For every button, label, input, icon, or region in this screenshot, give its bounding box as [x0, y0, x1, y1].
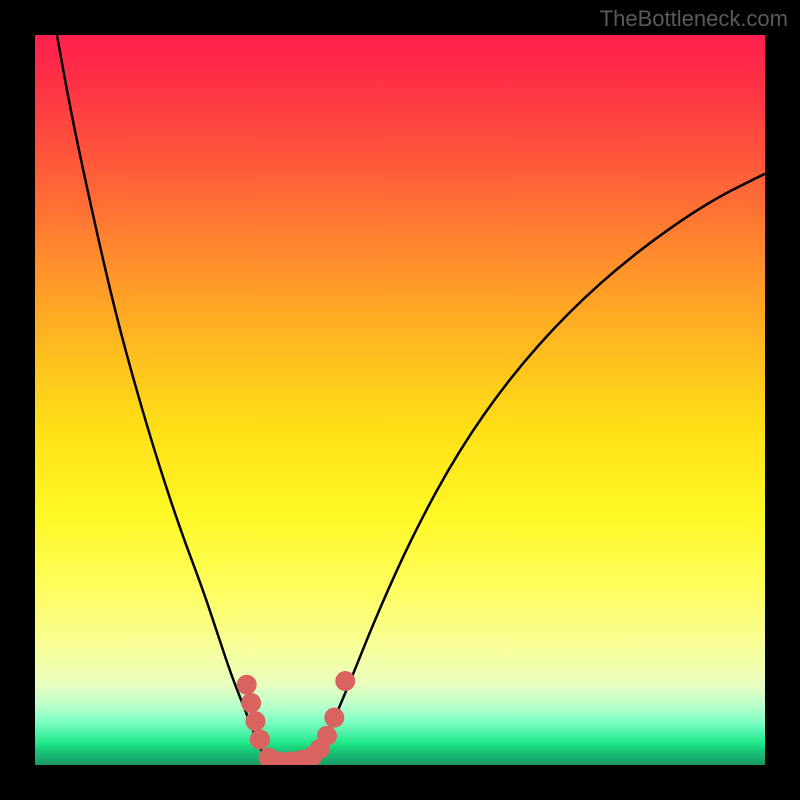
chart-svg: [35, 35, 765, 765]
marker-dot: [317, 726, 337, 746]
marker-dot: [237, 675, 257, 695]
plot-area: [35, 35, 765, 765]
curve-left-branch: [57, 35, 269, 765]
marker-dot: [335, 671, 355, 691]
marker-dot: [245, 711, 265, 731]
attribution-text: TheBottleneck.com: [600, 6, 788, 32]
highlighted-markers: [237, 671, 356, 765]
curve-right-branch: [312, 174, 765, 765]
marker-dot: [241, 693, 261, 713]
chart-container: TheBottleneck.com: [0, 0, 800, 800]
marker-dot: [250, 729, 270, 749]
marker-dot: [324, 708, 344, 728]
